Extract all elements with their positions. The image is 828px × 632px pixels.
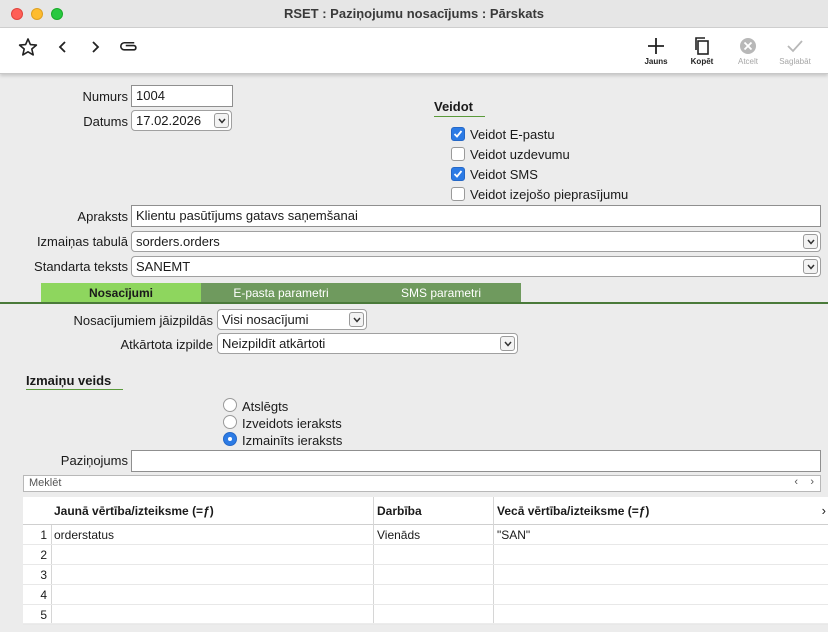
new-button[interactable]: Jauns [634, 36, 678, 66]
create-section-underline [434, 116, 485, 117]
chevron-down-icon[interactable] [500, 336, 515, 351]
description-label: Apraksts [77, 209, 128, 224]
create-section-heading: Veidot [434, 99, 474, 114]
create-task-checkbox[interactable] [451, 147, 465, 161]
cell-old-value[interactable]: "SAN" [497, 528, 530, 542]
chevron-down-icon[interactable] [349, 312, 364, 327]
number-field[interactable]: 1004 [131, 85, 233, 107]
create-email-label: Veidot E-pastu [470, 127, 555, 142]
notification-label: Paziņojums [60, 453, 128, 468]
cancel-x-icon [740, 38, 756, 54]
radio-created-record[interactable] [223, 415, 237, 429]
chevron-down-icon[interactable] [803, 234, 818, 249]
window-title: RSET : Paziņojumu nosacījums : Pārskats [283, 6, 545, 21]
row-number: 1 [40, 528, 47, 542]
save-button-label: Saglabāt [779, 57, 811, 66]
table-select[interactable]: sorders.orders [131, 231, 821, 252]
chevron-down-icon[interactable] [803, 259, 818, 274]
scroll-left-icon[interactable]: ‹ [794, 476, 798, 489]
std-text-label: Standarta teksts [34, 259, 128, 274]
title-bar: RSET : Paziņojumu nosacījums : Pārskats [0, 0, 828, 28]
fulfill-value: Visi nosacījumi [222, 312, 309, 327]
change-type-underline [26, 389, 123, 390]
create-email-checkbox[interactable] [451, 127, 465, 141]
table-row[interactable]: 4 [23, 585, 828, 605]
tab-email-params[interactable]: E-pasta parametri [201, 283, 361, 303]
date-label: Datums [83, 114, 128, 129]
copy-icon [695, 37, 709, 55]
create-task-label: Veidot uzdevumu [470, 147, 570, 162]
tab-conditions[interactable]: Nosacījumi [41, 283, 201, 303]
column-header-operation[interactable]: Darbība [377, 504, 422, 518]
checkmark-icon [787, 40, 803, 53]
repeat-label: Atkārtota izpilde [120, 337, 214, 352]
paperclip-icon[interactable] [120, 37, 140, 57]
column-header-new-value[interactable]: Jaunā vērtība/izteiksme (=ƒ) [54, 504, 214, 518]
star-icon[interactable] [18, 37, 38, 57]
toolbar: Jauns Kopēt Atcelt Saglabāt [0, 28, 828, 74]
std-text-select[interactable]: SANEMT [131, 256, 821, 277]
copy-button-label: Kopēt [690, 57, 714, 66]
repeat-value: Neizpildīt atkārtoti [222, 336, 326, 351]
row-number: 3 [40, 568, 47, 582]
fulfill-select[interactable]: Visi nosacījumi [217, 309, 367, 330]
date-value: 17.02.2026 [136, 113, 202, 128]
radio-created-record-label: Izveidots ieraksts [242, 416, 342, 431]
plus-icon [648, 38, 664, 54]
radio-changed-record[interactable] [223, 432, 237, 446]
search-input[interactable]: Meklēt ‹ › [23, 475, 821, 492]
create-outgoing-request-label: Veidot izejošo pieprasījumu [470, 187, 629, 202]
cancel-button-label: Atcelt [737, 57, 758, 66]
scroll-right-icon[interactable]: › [810, 476, 814, 489]
table-row[interactable]: 5 [23, 605, 828, 625]
save-button[interactable]: Saglabāt [773, 36, 817, 66]
fulfill-label: Nosacījumiem jāizpildās [73, 313, 213, 328]
radio-changed-record-label: Izmainīts ieraksts [242, 433, 343, 448]
tab-divider [0, 302, 828, 304]
chevron-down-icon[interactable] [214, 113, 229, 128]
table-row[interactable]: 2 [23, 545, 828, 565]
std-text-value: SANEMT [136, 259, 191, 274]
tab-sms-params[interactable]: SMS parametri [361, 283, 521, 303]
number-label: Numurs [82, 89, 128, 104]
table-label: Izmaiņas tabulā [36, 234, 128, 249]
table-row[interactable]: 3 [23, 565, 828, 585]
radio-disabled-label: Atslēgts [242, 399, 289, 414]
change-type-heading: Izmaiņu veids [26, 373, 112, 388]
table-row[interactable]: 1 orderstatus Vienāds "SAN" [23, 525, 828, 545]
column-header-old-value[interactable]: Vecā vērtība/izteiksme (=ƒ) [497, 504, 649, 518]
chevron-right-icon[interactable]: › [822, 503, 826, 518]
cell-new-value[interactable]: orderstatus [54, 528, 114, 542]
new-button-label: Jauns [644, 57, 668, 66]
table-value: sorders.orders [136, 234, 220, 249]
cell-operation[interactable]: Vienāds [377, 528, 420, 542]
radio-disabled[interactable] [223, 398, 237, 412]
create-sms-checkbox[interactable] [451, 167, 465, 181]
cancel-button[interactable]: Atcelt [726, 36, 770, 66]
create-outgoing-request-checkbox[interactable] [451, 187, 465, 201]
conditions-grid: Jaunā vērtība/izteiksme (=ƒ) Darbība Vec… [23, 497, 828, 625]
copy-button[interactable]: Kopēt [680, 36, 724, 66]
grid-header: Jaunā vērtība/izteiksme (=ƒ) Darbība Vec… [23, 497, 828, 525]
row-number: 5 [40, 608, 47, 622]
date-picker[interactable]: 17.02.2026 [131, 110, 232, 131]
notification-field[interactable] [131, 450, 821, 472]
search-placeholder: Meklēt [29, 477, 62, 489]
repeat-select[interactable]: Neizpildīt atkārtoti [217, 333, 518, 354]
row-number: 2 [40, 548, 47, 562]
description-field[interactable]: Klientu pasūtījums gatavs saņemšanai [131, 205, 821, 227]
create-sms-label: Veidot SMS [470, 167, 538, 182]
chevron-right-icon[interactable] [85, 37, 105, 57]
row-number: 4 [40, 588, 47, 602]
chevron-left-icon[interactable] [53, 37, 73, 57]
